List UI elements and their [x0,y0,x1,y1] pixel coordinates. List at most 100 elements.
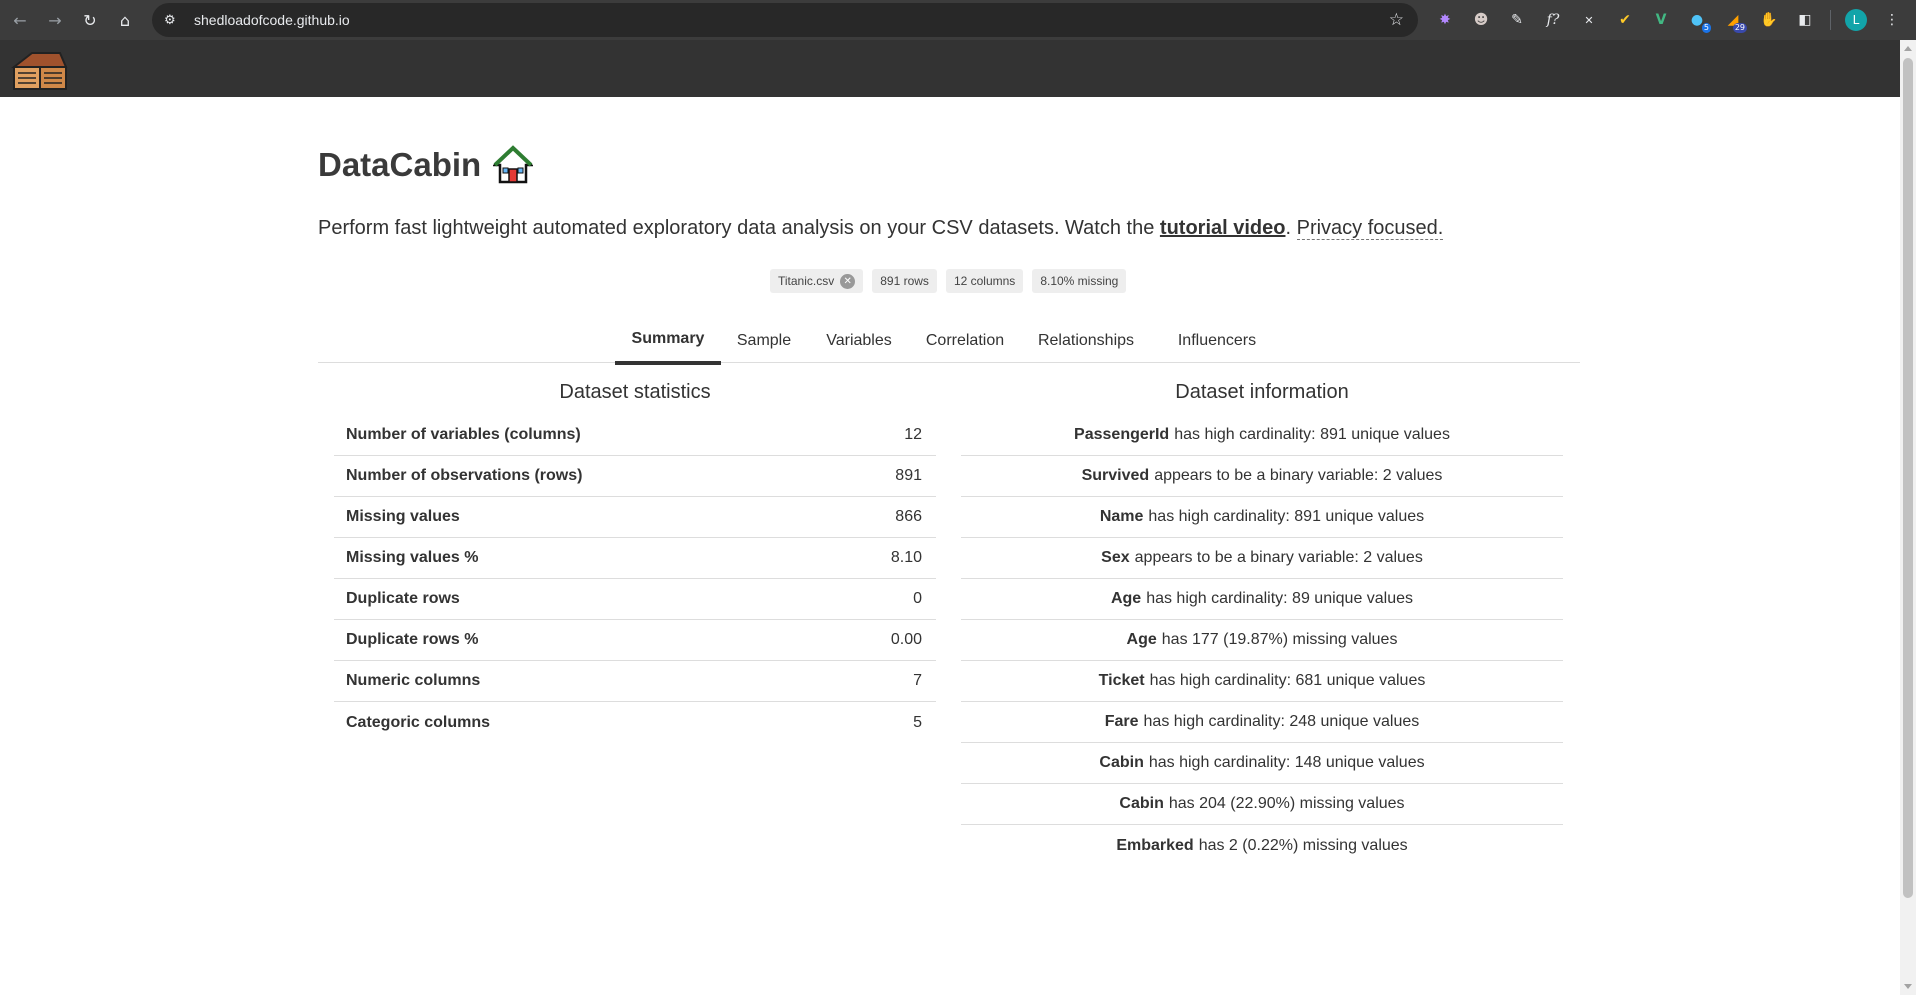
stat-row: Categoric columns 5 [334,702,936,743]
page-scrollbar[interactable] [1900,40,1916,995]
tab-variables[interactable]: Variables [807,319,911,363]
browser-menu-icon[interactable]: ⋮ [1877,5,1907,35]
remove-file-icon[interactable]: ✕ [840,273,856,289]
profile-avatar[interactable]: L [1841,5,1871,35]
info-description: has 2 (0.22%) missing values [1198,836,1408,854]
info-row: Sex appears to be a binary variable: 2 va… [961,538,1563,579]
info-variable-name: PassengerId [1074,426,1170,443]
app-header [0,40,1900,97]
scroll-up-arrow-icon[interactable] [1904,46,1912,51]
stat-value: 0 [913,590,922,607]
house-icon [493,145,534,184]
tab-influencers[interactable]: Influencers [1153,319,1281,363]
info-variable-name: Fare [1104,713,1139,730]
extension-function-icon[interactable]: f? [1538,5,1568,35]
tutorial-video-link[interactable]: tutorial video [1160,217,1286,239]
extension-droplet-icon[interactable]: ● 5 [1682,5,1712,35]
info-variable-name: Ticket [1098,672,1145,689]
tab-summary[interactable]: Summary [615,319,721,365]
stat-row: Missing values 866 [334,497,936,538]
page-title: DataCabin [318,146,482,183]
stat-row: Missing values % 8.10 [334,538,936,579]
tab-relationships[interactable]: Relationships [1019,319,1153,363]
stat-label: Numeric columns [346,672,481,689]
dataset-information-list: PassengerId has high cardinality: 891 uni… [961,415,1563,866]
back-icon[interactable]: ← [5,5,35,35]
missing-chip: 8.10% missing [1032,269,1127,293]
stat-label: Missing values [346,508,460,525]
extensions-puzzle-icon[interactable]: ◧ [1790,5,1820,35]
info-description: has high cardinality: 148 unique values [1148,754,1425,771]
info-variable-name: Cabin [1099,754,1144,771]
cabin-logo-icon[interactable] [10,49,68,91]
extension-hand-icon[interactable]: ✋ [1754,5,1784,35]
privacy-focused-tooltip[interactable]: Privacy focused. [1296,217,1444,240]
stat-label: Number of variables (columns) [346,426,581,443]
info-row: Embarked has 2 (0.22%) missing values [961,825,1563,866]
tagline-text: Perform fast lightweight automated explo… [318,217,1160,239]
extension-close-x-icon[interactable]: ✕ [1574,5,1604,35]
extension-gear-icon[interactable]: ✸ [1430,5,1460,35]
stat-label: Missing values % [346,549,479,566]
address-bar[interactable]: ⚙ shedloadofcode.github.io ☆ [152,3,1418,37]
stat-row: Number of observations (rows) 891 [334,456,936,497]
info-description: has 204 (22.90%) missing values [1168,795,1405,812]
info-variable-name: Age [1110,590,1142,607]
stat-value: 8.10 [890,549,922,566]
info-variable-name: Survived [1081,467,1150,484]
stat-label: Number of observations (rows) [346,467,583,484]
info-row: PassengerId has high cardinality: 891 uni… [961,415,1563,456]
file-chip: Titanic.csv ✕ [770,269,864,293]
stat-row: Numeric columns 7 [334,661,936,702]
home-icon[interactable]: ⌂ [110,5,140,35]
info-row: Age has high cardinality: 89 unique value… [961,579,1563,620]
url-text[interactable]: shedloadofcode.github.io [194,12,350,28]
stat-row: Duplicate rows % 0.00 [334,620,936,661]
rows-chip: 891 rows [872,269,937,293]
info-row: Name has high cardinality: 891 unique val… [961,497,1563,538]
toolbar-divider [1830,10,1831,30]
info-row: Cabin has 204 (22.90%) missing values [961,784,1563,825]
scroll-down-arrow-icon[interactable] [1904,984,1912,989]
bookmark-star-icon[interactable]: ☆ [1389,10,1404,30]
info-description: has 177 (19.87%) missing values [1161,631,1398,648]
tagline-separator: . [1285,217,1297,239]
info-variable-name: Embarked [1116,836,1194,854]
stat-row: Duplicate rows 0 [334,579,936,620]
forward-icon[interactable]: → [40,5,70,35]
info-variable-name: Age [1126,631,1157,648]
extensions-bar: ✸ ☻ ✎ f? ✕ ✔ V ● 5 ◢ 29 ✋ ◧ L ⋮ [1430,5,1907,35]
info-variable-name: Cabin [1119,795,1164,812]
dataset-statistics-title: Dataset statistics [559,381,711,403]
info-row: Cabin has high cardinality: 148 unique va… [961,743,1563,784]
stat-value: 7 [913,672,922,689]
extension-rss-icon[interactable]: ◢ 29 [1718,5,1748,35]
dataset-information-title: Dataset information [1175,381,1349,403]
reload-icon[interactable]: ↻ [75,5,105,35]
stat-value: 5 [913,713,922,731]
info-description: has high cardinality: 248 unique values [1143,713,1420,730]
site-info-icon[interactable]: ⚙ [164,13,186,28]
dataset-statistics-table: Number of variables (columns) 12 Number of… [334,415,936,743]
info-row: Fare has high cardinality: 248 unique val… [961,702,1563,743]
extension-pipette-icon[interactable]: ✎ [1502,5,1532,35]
extension-v-icon[interactable]: V [1646,5,1676,35]
browser-toolbar: ← → ↻ ⌂ ⚙ shedloadofcode.github.io ☆ ✸ ☻… [0,0,1916,40]
stat-label: Categoric columns [346,713,491,731]
info-row: Age has 177 (19.87%) missing values [961,620,1563,661]
info-description: has high cardinality: 891 unique values [1174,426,1450,443]
tab-bar: Summary Sample Variables Correlation Rel… [318,319,1580,365]
scroll-thumb[interactable] [1903,58,1913,898]
info-variable-name: Name [1099,508,1144,525]
info-description: appears to be a binary variable: 2 value… [1154,467,1443,484]
tab-correlation[interactable]: Correlation [911,319,1019,363]
extension-badge: 5 [1701,23,1711,33]
info-description: has high cardinality: 89 unique values [1146,590,1414,607]
extension-face-icon[interactable]: ☻ [1466,5,1496,35]
stat-label: Duplicate rows % [346,631,479,648]
info-description: appears to be a binary variable: 2 value… [1134,549,1423,566]
tab-sample[interactable]: Sample [721,319,807,363]
file-name: Titanic.csv [778,274,835,288]
extension-check-icon[interactable]: ✔ [1610,5,1640,35]
columns-chip: 12 columns [945,269,1024,293]
